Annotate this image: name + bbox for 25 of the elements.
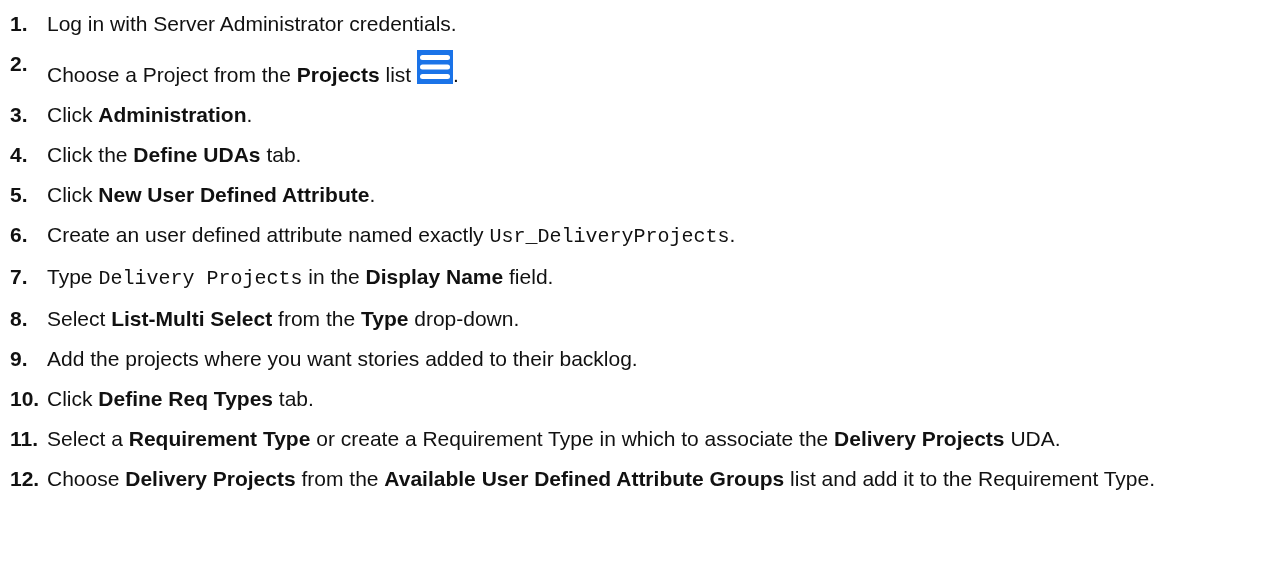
step-text: Click Administration.	[47, 102, 254, 128]
step-text: Select a Requirement Type or create a Requirement Type in which to associate the Delivery Projects UDA.	[47, 426, 1062, 452]
step-text: Add the projects where you want stories added to their backlog.	[47, 346, 639, 372]
step-text: Choose Delivery Projects from the Available User Defined Attribute Groups list and add it to the Requirement Type.	[47, 466, 1157, 492]
step-number: 5.	[10, 182, 29, 208]
step-number: 7.	[10, 264, 29, 290]
step-text: Choose a Project from the Projects list .	[47, 50, 1256, 89]
step-text: Click New User Defined Attribute.	[47, 182, 377, 208]
step-number: 1.	[10, 11, 29, 37]
step-text: Select List-Multi Select from the Type drop-down.	[47, 306, 521, 332]
step-text: Type Delivery Projects in the Display Name field.	[47, 264, 555, 292]
step-number: 2.	[10, 51, 29, 77]
step-text: Click Define Req Types tab.	[47, 386, 315, 412]
step-number: 8.	[10, 306, 29, 332]
step-number: 4.	[10, 142, 29, 168]
step-text: Log in with Server Administrator credentials.	[47, 11, 458, 37]
step-text: Click the Define UDAs tab.	[47, 142, 303, 168]
step-number: 12.	[10, 466, 41, 492]
step-text: Create an user defined attribute named exactly Usr_DeliveryProjects.	[47, 222, 737, 250]
step-number: 3.	[10, 102, 29, 128]
step-number: 6.	[10, 222, 29, 248]
list-icon	[417, 50, 453, 84]
step-number: 11.	[10, 426, 40, 452]
step-number: 9.	[10, 346, 29, 372]
step-number: 10.	[10, 386, 41, 412]
